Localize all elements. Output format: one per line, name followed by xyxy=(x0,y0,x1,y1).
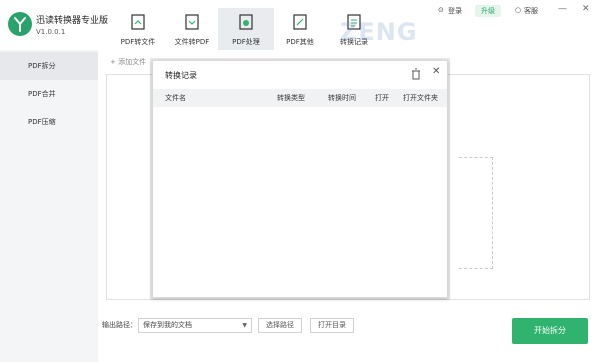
top-bar: 迅读转换器专业版 V1.0.0.1 PDF转文件 文件转PDF PDF处理 PD… xyxy=(0,0,600,50)
tab-label: PDF其他 xyxy=(286,38,314,46)
pdf-other-icon xyxy=(293,14,307,30)
table-header: 文件名 转换类型 转换时间 打开 打开文件夹 xyxy=(153,89,447,107)
col-open: 打开 xyxy=(375,94,389,102)
sidebar: PDF拆分 PDF合并 PDF压缩 xyxy=(0,50,98,362)
add-file-button[interactable]: + 添加文件 xyxy=(110,57,146,67)
output-path-value: 保存到我的文档 xyxy=(143,321,192,329)
service-icon[interactable]: ○ xyxy=(515,6,521,14)
tab-label: PDF转文件 xyxy=(120,38,156,46)
tab-pdf-to-file[interactable]: PDF转文件 xyxy=(110,8,166,50)
sidebar-item-pdf-compress[interactable]: PDF压缩 xyxy=(0,108,98,136)
upgrade-button[interactable]: 升级 xyxy=(475,5,501,17)
sidebar-item-pdf-split[interactable]: PDF拆分 xyxy=(0,52,98,80)
output-path-select[interactable]: 保存到我的文档 ▼ xyxy=(138,318,252,333)
pdf-to-file-icon xyxy=(131,14,145,30)
tab-file-to-pdf[interactable]: 文件转PDF xyxy=(164,8,220,50)
dialog-close-button[interactable]: ✕ xyxy=(432,66,440,77)
tab-label: PDF处理 xyxy=(232,38,260,46)
start-split-button[interactable]: 开始拆分 xyxy=(512,318,588,344)
col-filename: 文件名 xyxy=(165,94,186,102)
file-to-pdf-icon xyxy=(185,14,199,30)
sidebar-item-pdf-merge[interactable]: PDF合并 xyxy=(0,80,98,108)
service-link[interactable]: 客服 xyxy=(524,6,538,16)
tab-pdf-process[interactable]: PDF处理 xyxy=(218,8,274,50)
app-version: V1.0.0.1 xyxy=(36,28,66,36)
col-convert-type: 转换类型 xyxy=(277,94,305,102)
open-directory-button[interactable]: 打开目录 xyxy=(310,318,354,333)
history-dialog: 转换记录 ✕ 文件名 转换类型 转换时间 打开 打开文件夹 xyxy=(152,60,448,298)
app-title: 迅读转换器专业版 xyxy=(36,16,109,26)
watermark: ZENG xyxy=(340,18,418,46)
user-icon[interactable]: ⊙ xyxy=(438,6,444,14)
choose-path-button[interactable]: 选择路径 xyxy=(258,318,302,333)
app-logo xyxy=(8,12,32,36)
trash-icon[interactable] xyxy=(411,68,421,80)
window-close-button[interactable]: ✕ xyxy=(582,4,590,14)
chevron-down-icon: ▼ xyxy=(242,322,247,329)
output-path-label: 输出路径： xyxy=(102,321,137,329)
login-link[interactable]: 登录 xyxy=(448,6,462,16)
col-convert-time: 转换时间 xyxy=(328,94,356,102)
tab-pdf-other[interactable]: PDF其他 xyxy=(272,8,328,50)
minimize-button[interactable]: — xyxy=(558,4,567,14)
col-open-folder: 打开文件夹 xyxy=(403,94,438,102)
tab-label: 文件转PDF xyxy=(174,38,210,46)
logo-icon xyxy=(14,17,26,32)
drop-hint-box xyxy=(459,157,493,269)
pdf-process-icon xyxy=(239,14,253,30)
dialog-title: 转换记录 xyxy=(165,71,197,80)
